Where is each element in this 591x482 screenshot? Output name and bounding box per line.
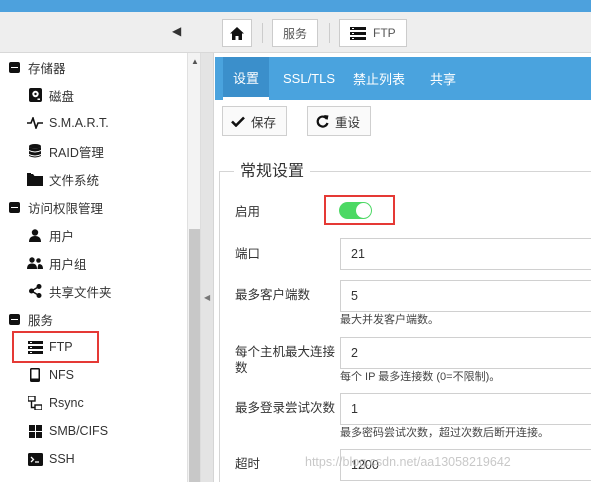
breadcrumb-home[interactable] bbox=[222, 19, 252, 47]
heartbeat-icon bbox=[27, 115, 43, 131]
max-login-attempts-hint: 最多密码尝试次数，超过次数后断开连接。 bbox=[340, 427, 549, 439]
sidebar-item-smart[interactable]: S.M.A.R.T. bbox=[27, 109, 109, 137]
breadcrumb-item-ftp[interactable]: FTP bbox=[339, 19, 407, 47]
scrollbar-thumb[interactable] bbox=[189, 229, 200, 482]
reset-button[interactable]: 重设 bbox=[307, 106, 372, 136]
terminal-icon bbox=[27, 451, 43, 467]
sidebar-group-services[interactable]: 服务 bbox=[6, 305, 53, 333]
ftp-highlight-box bbox=[12, 331, 99, 363]
sitemap-icon bbox=[27, 395, 43, 411]
tab-bar: 设置 SSL/TLS 禁止列表 共享 bbox=[215, 57, 591, 100]
tab-ban-list[interactable]: 禁止列表 bbox=[343, 57, 415, 100]
max-clients-label: 最多客户端数 bbox=[235, 288, 311, 302]
minus-square-icon[interactable] bbox=[6, 199, 22, 215]
database-icon bbox=[27, 143, 43, 159]
mobile-icon bbox=[27, 367, 43, 383]
sidebar: 存储器 磁盘 S.M.A.R.T. RAID管理 文件系统 访问权限管理 用户 … bbox=[0, 53, 201, 482]
sidebar-item-filesystems[interactable]: 文件系统 bbox=[27, 165, 99, 193]
max-login-attempts-label: 最多登录尝试次数 bbox=[235, 401, 336, 415]
top-bar bbox=[0, 0, 591, 12]
sidebar-scrollbar[interactable]: ▲ bbox=[187, 53, 200, 482]
port-input[interactable]: 21 bbox=[340, 238, 591, 270]
tab-ssl-tls[interactable]: SSL/TLS bbox=[273, 57, 345, 100]
sidebar-item-shared-folders[interactable]: 共享文件夹 bbox=[27, 277, 112, 305]
sidebar-item-groups[interactable]: 用户组 bbox=[27, 249, 87, 277]
minus-square-icon[interactable] bbox=[6, 59, 22, 75]
folder-icon bbox=[27, 171, 43, 187]
toggle-knob bbox=[356, 203, 371, 218]
sidebar-item-rsync[interactable]: Rsync bbox=[27, 389, 84, 417]
users-icon bbox=[27, 255, 43, 271]
tab-shares[interactable]: 共享 bbox=[420, 57, 466, 100]
disk-icon bbox=[27, 87, 43, 103]
sidebar-item-raid[interactable]: RAID管理 bbox=[27, 137, 104, 165]
user-icon bbox=[27, 227, 43, 243]
sidebar-group-diagnostics[interactable]: 诊断 bbox=[6, 473, 53, 482]
windows-icon bbox=[27, 423, 43, 439]
enable-label: 启用 bbox=[235, 205, 261, 219]
sidebar-item-smb[interactable]: SMB/CIFS bbox=[27, 417, 108, 445]
server-icon bbox=[350, 26, 366, 40]
caret-left-icon[interactable]: ◀ bbox=[172, 24, 181, 38]
breadcrumb-item-services[interactable]: 服务 bbox=[272, 19, 319, 47]
max-per-host-hint: 每个 IP 最多连接数 (0=不限制)。 bbox=[340, 371, 501, 383]
max-per-host-label: 每个主机最大连接数 bbox=[235, 345, 336, 375]
tab-settings[interactable]: 设置 bbox=[223, 57, 270, 100]
collapse-left-icon[interactable]: ◀ bbox=[204, 293, 210, 302]
general-settings-legend: 常规设置 bbox=[234, 157, 311, 181]
breadcrumb-separator bbox=[329, 23, 330, 43]
check-icon bbox=[231, 116, 245, 127]
home-icon bbox=[230, 26, 244, 40]
max-clients-hint: 最大并发客户端数。 bbox=[340, 314, 439, 326]
save-button[interactable]: 保存 bbox=[222, 106, 288, 136]
share-icon bbox=[27, 283, 43, 299]
max-login-attempts-input[interactable]: 1 bbox=[340, 393, 591, 425]
max-per-host-input[interactable]: 2 bbox=[340, 337, 591, 369]
max-clients-input[interactable]: 5 bbox=[340, 280, 591, 312]
minus-square-icon[interactable] bbox=[6, 311, 22, 327]
sidebar-group-storage[interactable]: 存储器 bbox=[6, 53, 66, 81]
sidebar-item-disks[interactable]: 磁盘 bbox=[27, 81, 74, 109]
refresh-icon bbox=[316, 114, 329, 128]
watermark: https://blog.csdn.net/aa13058219642 bbox=[305, 455, 511, 469]
panel-splitter[interactable]: ◀ bbox=[201, 53, 214, 482]
breadcrumb-bar: ◀ 服务 FTP bbox=[0, 12, 591, 53]
timeout-label: 超时 bbox=[235, 457, 261, 471]
scroll-up-icon[interactable]: ▲ bbox=[191, 57, 199, 66]
sidebar-item-users[interactable]: 用户 bbox=[27, 221, 74, 249]
port-label: 端口 bbox=[235, 247, 261, 261]
sidebar-item-ssh[interactable]: SSH bbox=[27, 445, 75, 473]
sidebar-group-access[interactable]: 访问权限管理 bbox=[6, 193, 103, 221]
main-panel: 设置 SSL/TLS 禁止列表 共享 保存 重设 常规设置 启用 端口 21 最… bbox=[214, 53, 591, 482]
sidebar-item-nfs[interactable]: NFS bbox=[27, 361, 74, 389]
breadcrumb-separator bbox=[262, 23, 263, 43]
enable-toggle[interactable] bbox=[339, 202, 372, 219]
